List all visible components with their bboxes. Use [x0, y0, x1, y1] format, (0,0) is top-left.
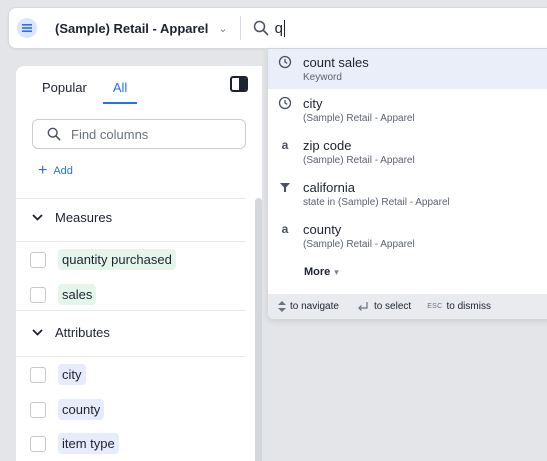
filter-icon: [280, 183, 290, 192]
columns-panel: Popular All Find columns + Add Measures …: [16, 66, 262, 461]
suggestion-title: city: [303, 96, 323, 111]
hint-select: to select: [357, 301, 411, 312]
datasource-icon[interactable]: [17, 18, 37, 38]
up-down-arrows-icon: [278, 301, 286, 312]
suggestion-subtitle: (Sample) Retail - Apparel: [303, 239, 415, 250]
chevron-down-icon[interactable]: ⌄: [218, 22, 227, 35]
list-item[interactable]: item type: [30, 433, 119, 454]
suggestion-subtitle: Keyword: [303, 72, 342, 83]
suggestion-title: county: [303, 222, 342, 237]
plus-icon: +: [38, 162, 48, 179]
search-icon: [253, 20, 268, 36]
panel-toggle-icon[interactable]: [230, 76, 248, 92]
suggestion-item[interactable]: california state in (Sample) Retail - Ap…: [268, 174, 547, 214]
suggestion-title: count sales: [303, 55, 369, 70]
measure-chip[interactable]: quantity purchased: [58, 249, 176, 270]
add-label: Add: [53, 165, 73, 177]
chevron-down-icon: [32, 329, 43, 336]
section-measures-header[interactable]: Measures: [32, 210, 112, 225]
text-attribute-icon: a: [281, 138, 289, 152]
search-query-text: q: [274, 19, 283, 37]
hint-navigate-text: to navigate: [290, 301, 339, 312]
checkbox[interactable]: [30, 401, 46, 418]
text-cursor: [283, 19, 285, 37]
more-button[interactable]: More ▾: [304, 266, 339, 278]
tab-all[interactable]: All: [102, 80, 138, 110]
hint-dismiss: ESC to dismiss: [427, 301, 491, 312]
scrollbar[interactable]: [255, 198, 262, 461]
section-attributes-header[interactable]: Attributes: [32, 325, 110, 340]
checkbox[interactable]: [30, 251, 46, 268]
more-label: More: [304, 266, 331, 278]
find-columns-input[interactable]: Find columns: [32, 119, 246, 149]
list-item[interactable]: county: [30, 399, 105, 420]
divider: [16, 198, 246, 199]
checkbox[interactable]: [30, 366, 46, 383]
search-input[interactable]: q: [274, 19, 285, 37]
divider: [16, 310, 246, 311]
search-icon: [47, 127, 61, 141]
measure-chip[interactable]: sales: [58, 284, 97, 305]
checkbox[interactable]: [30, 435, 46, 452]
search-bar: (Sample) Retail - Apparel ⌄ q: [8, 7, 547, 49]
suggestion-item[interactable]: a county (Sample) Retail - Apparel: [268, 216, 547, 256]
suggestion-subtitle: (Sample) Retail - Apparel: [303, 155, 415, 166]
divider: [16, 241, 246, 242]
section-measures-title: Measures: [55, 210, 113, 225]
suggestion-item[interactable]: count sales Keyword: [268, 49, 547, 89]
hint-dismiss-text: to dismiss: [446, 301, 491, 312]
list-item[interactable]: quantity purchased: [30, 249, 176, 270]
keyboard-hints: to navigate to select ESC to dismiss: [268, 294, 547, 319]
esc-key-label: ESC: [427, 303, 443, 310]
suggestion-subtitle: (Sample) Retail - Apparel: [303, 113, 415, 124]
divider: [239, 16, 241, 40]
section-attributes-title: Attributes: [55, 325, 110, 340]
enter-key-icon: [358, 301, 368, 311]
attribute-chip[interactable]: county: [58, 399, 105, 420]
find-columns-placeholder: Find columns: [71, 126, 149, 142]
suggestion-subtitle: state in (Sample) Retail - Apparel: [303, 197, 450, 208]
suggestion-item[interactable]: city (Sample) Retail - Apparel: [268, 90, 547, 130]
suggestions-dropdown: count sales Keyword city (Sample) Retail…: [268, 49, 547, 319]
list-item[interactable]: city: [30, 364, 86, 385]
hint-navigate: to navigate: [278, 301, 339, 312]
attribute-chip[interactable]: item type: [58, 433, 119, 454]
panel-tabs: Popular All: [42, 80, 138, 110]
attribute-chip[interactable]: city: [58, 364, 86, 385]
datasource-selector[interactable]: (Sample) Retail - Apparel: [55, 21, 208, 36]
suggestion-title: zip code: [303, 138, 352, 153]
history-icon: [278, 55, 292, 69]
divider: [16, 356, 246, 357]
list-item[interactable]: sales: [30, 284, 97, 305]
tab-popular[interactable]: Popular: [42, 80, 87, 110]
text-attribute-icon: a: [281, 222, 289, 236]
list-icon: [22, 24, 32, 32]
chevron-down-icon: [32, 214, 43, 221]
suggestion-item[interactable]: a zip code (Sample) Retail - Apparel: [268, 132, 547, 172]
hint-select-text: to select: [373, 301, 412, 312]
checkbox[interactable]: [30, 286, 46, 303]
caret-down-icon: ▾: [334, 267, 339, 277]
suggestion-title: california: [303, 180, 356, 195]
history-icon: [278, 96, 292, 110]
add-button[interactable]: + Add: [38, 163, 73, 179]
